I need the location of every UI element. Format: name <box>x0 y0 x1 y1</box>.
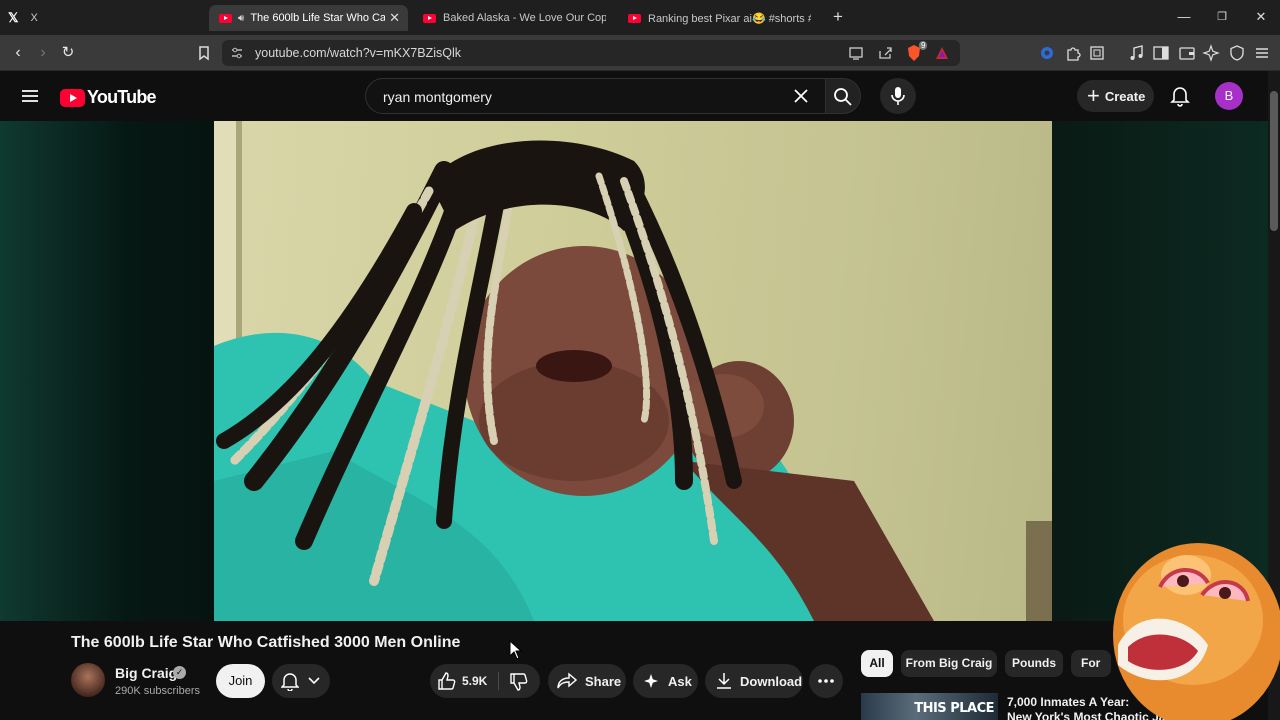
chevron-down-icon <box>308 677 320 685</box>
speaker-icon: 🔊︎ <box>238 12 245 24</box>
leo-ai-sparkle-icon[interactable] <box>1202 44 1220 62</box>
tab-title: Ranking best Pixar ai😂 #shorts #pix <box>648 12 811 25</box>
more-actions-button[interactable] <box>809 664 843 698</box>
mouse-cursor-icon <box>509 640 523 660</box>
chip-pounds[interactable]: Pounds <box>1005 650 1063 677</box>
tab-title: Baked Alaska - We Love Our Cops [LI <box>443 12 606 24</box>
youtube-favicon-icon <box>628 13 641 23</box>
new-tab-plus-icon[interactable]: + <box>827 6 849 28</box>
channel-name[interactable]: Big Craig <box>115 665 177 681</box>
sidebar-toggle-icon[interactable] <box>1152 44 1170 62</box>
share-button[interactable]: Share <box>548 664 626 698</box>
thumbnail-text: THIS PLACE <box>914 701 994 716</box>
ask-sparkle-icon <box>644 674 658 688</box>
guide-menu-icon[interactable] <box>20 86 40 106</box>
chip-all[interactable]: All <box>861 650 893 677</box>
tab-ranking-pixar[interactable]: Ranking best Pixar ai😂 #shorts #pix <box>628 5 813 31</box>
tab-x[interactable]: 𝕏 X <box>8 5 198 31</box>
channel-avatar[interactable] <box>71 663 105 697</box>
brave-rewards-icon[interactable] <box>934 45 950 61</box>
microphone-icon <box>891 87 905 105</box>
search-query-text: ryan montgomery <box>383 89 492 105</box>
close-tab-icon[interactable]: ✕ <box>389 10 400 26</box>
reload-icon[interactable]: ↻ <box>57 42 79 64</box>
share-arrow-icon <box>557 672 577 689</box>
back-arrow-icon[interactable]: ‹ <box>7 42 29 64</box>
tab-active-video[interactable]: 🔊︎ The 600lb Life Star Who Catfi ✕ <box>209 5 408 31</box>
browser-tab-strip: 𝕏 X 🔊︎ The 600lb Life Star Who Catfi ✕ B… <box>0 0 1280 35</box>
youtube-favicon-icon <box>423 13 436 23</box>
scrollbar-thumb[interactable] <box>1270 91 1278 231</box>
clear-search-icon[interactable] <box>794 89 808 103</box>
crying-face-sticker-icon <box>1113 543 1280 720</box>
account-avatar[interactable]: B <box>1215 82 1243 110</box>
youtube-favicon-icon <box>219 13 232 23</box>
ask-label: Ask <box>668 673 692 689</box>
search-input[interactable]: ryan montgomery <box>365 78 825 114</box>
x-logo-icon: 𝕏 <box>8 10 19 25</box>
recommended-video-thumbnail[interactable]: THIS PLACE <box>861 693 998 720</box>
tab-baked-alaska[interactable]: Baked Alaska - We Love Our Cops [LI <box>423 5 608 31</box>
youtube-play-logo-icon <box>60 88 85 107</box>
youtube-logo[interactable]: YouTube <box>60 87 157 108</box>
address-bar[interactable]: youtube.com/watch?v=mKX7BZisQlk 9 <box>222 40 960 66</box>
url-text: youtube.com/watch?v=mKX7BZisQlk <box>255 46 461 60</box>
like-divider <box>498 672 499 690</box>
like-count[interactable]: 5.9K <box>462 674 487 688</box>
like-dislike-group: 5.9K <box>430 664 540 698</box>
site-info-icon[interactable] <box>230 46 244 60</box>
share-page-icon[interactable] <box>877 45 893 61</box>
share-label: Share <box>585 673 622 689</box>
wallet-icon[interactable] <box>1178 44 1196 62</box>
media-music-icon[interactable] <box>1128 44 1146 62</box>
ask-button[interactable]: Ask <box>633 664 698 698</box>
like-thumbs-up-icon[interactable] <box>437 671 457 691</box>
cast-icon[interactable] <box>848 46 864 60</box>
close-window-icon[interactable]: ✕ <box>1250 6 1272 28</box>
verified-badge-icon: ✓ <box>173 666 186 679</box>
extensions-puzzle-icon[interactable] <box>1064 44 1082 62</box>
plus-icon: + <box>1087 83 1100 108</box>
create-label: Create <box>1104 88 1146 104</box>
youtube-logo-text: YouTube <box>87 87 157 107</box>
forward-arrow-icon[interactable]: › <box>32 42 54 64</box>
voice-search-button[interactable] <box>880 78 916 114</box>
download-label: Download <box>740 673 803 689</box>
search-button[interactable] <box>825 78 861 114</box>
screenshot-icon[interactable] <box>1088 44 1106 62</box>
extension-gear-blue-icon[interactable] <box>1038 44 1056 62</box>
more-dots-icon <box>818 679 834 683</box>
bell-icon <box>281 673 299 691</box>
brave-badge-count: 9 <box>919 41 928 50</box>
video-title: The 600lb Life Star Who Catfished 3000 M… <box>71 634 461 651</box>
subscription-notifications-button[interactable] <box>272 664 330 698</box>
minimize-window-icon[interactable]: — <box>1173 6 1195 28</box>
browser-toolbar: ‹ › ↻ youtube.com/watch?v=mKX7BZisQlk 9 <box>0 35 1280 71</box>
chip-from-channel[interactable]: From Big Craig <box>901 650 997 677</box>
join-button[interactable]: Join <box>216 664 265 698</box>
video-frame-image <box>214 121 1052 621</box>
notifications-bell-icon[interactable] <box>1170 85 1190 107</box>
download-button[interactable]: Download <box>705 664 803 698</box>
create-button[interactable]: + Create <box>1077 80 1154 112</box>
tab-title: The 600lb Life Star Who Catfi <box>250 12 386 24</box>
search-icon <box>834 88 852 106</box>
browser-menu-icon[interactable] <box>1253 44 1271 62</box>
download-icon <box>717 673 731 689</box>
vpn-shield-icon[interactable] <box>1228 44 1246 62</box>
video-player[interactable] <box>214 121 1052 621</box>
restore-window-icon[interactable]: ❐ <box>1211 6 1233 28</box>
subscriber-count: 290K subscribers <box>115 685 200 697</box>
bookmark-icon[interactable] <box>195 44 213 62</box>
tab-title: X <box>30 12 38 24</box>
dislike-thumbs-down-icon[interactable] <box>509 672 529 692</box>
youtube-masthead: YouTube ryan montgomery + Create B <box>0 71 1268 121</box>
